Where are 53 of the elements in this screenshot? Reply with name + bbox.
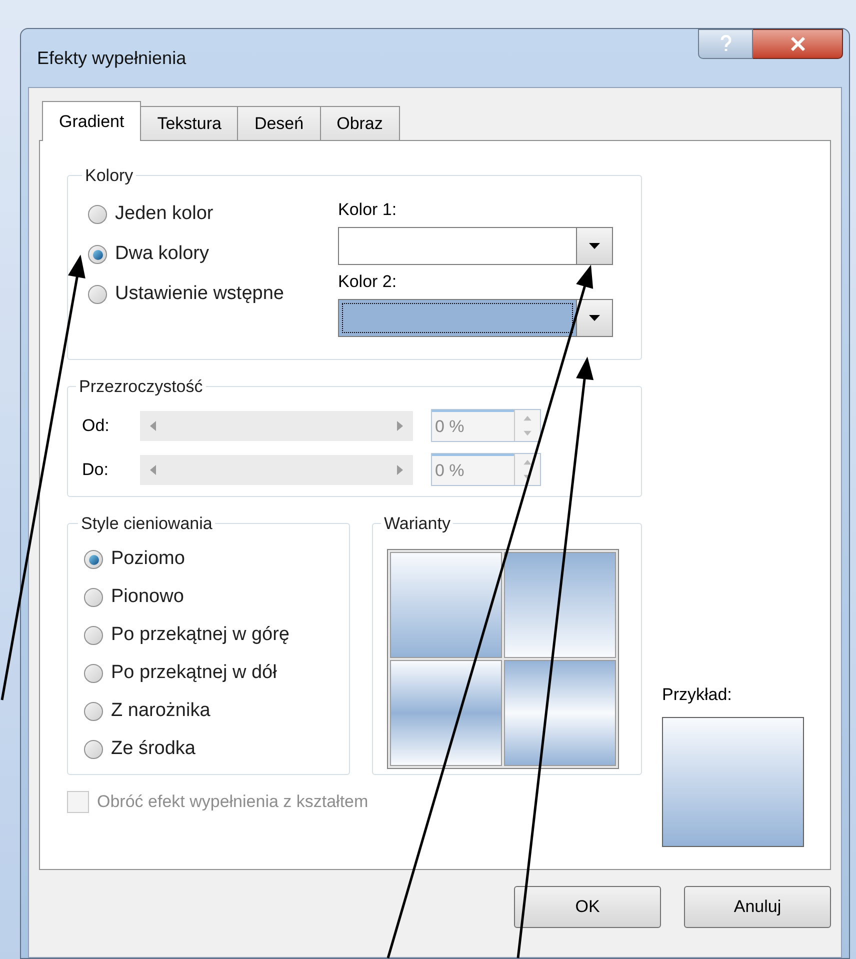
color-dropdown[interactable] [338,298,613,336]
radio-label: Po przekątnej w górę [111,623,290,648]
gradient-variant-tile[interactable] [390,660,502,766]
caret-icon [589,314,600,320]
radio-label: Poziomo [111,547,185,572]
radio-button[interactable] [84,702,103,721]
gradient-variant-tile[interactable] [504,552,616,658]
right-arrow-icon [397,420,403,430]
slider-track[interactable] [140,454,413,484]
dialog-button[interactable]: Anuluj [684,886,831,928]
help-icon [720,35,732,53]
help-button[interactable] [698,29,753,59]
preview-label: Przykład: [662,684,733,706]
radio-label: Dwa kolory [115,242,209,266]
group-title: Warianty [383,513,452,535]
radio-button[interactable] [84,626,103,645]
close-icon [790,37,806,51]
window-title: Efekty wypełnienia [37,46,186,70]
picker-label: Kolor 2: [338,270,398,293]
left-arrow-icon [150,420,156,430]
radio-label: Jeden kolor [115,202,214,226]
right-arrow-icon [397,464,403,474]
close-button[interactable] [753,29,843,59]
left-arrow-icon [150,464,156,474]
radio-label: Ze środka [111,737,196,762]
radio-button[interactable] [84,550,103,569]
tab[interactable]: Tekstura [141,106,238,140]
group-title: Kolory [84,165,134,187]
radio-label: Z narożnika [111,699,210,724]
row-label: Od: [82,414,110,437]
slider-track[interactable] [140,410,413,440]
gradient-variant-tile[interactable] [504,660,616,766]
radio-label: Po przekątnej w dół [111,661,277,686]
row-label: Do: [82,458,110,481]
radio-label: Pionowo [111,585,184,610]
gradient-variant-tile[interactable] [390,552,502,658]
group-title: Przezroczystość [78,376,204,398]
picker-label: Kolor 1: [338,198,398,221]
radio-label: Ustawienie wstępne [115,282,284,306]
tab[interactable]: Gradient [42,101,142,141]
dialog-button[interactable]: OK [514,886,661,928]
radio-button[interactable] [88,245,107,264]
radio-button[interactable] [88,205,107,224]
tab[interactable]: Deseń [238,106,321,140]
caret-icon [589,242,600,248]
group-title: Style cieniowania [80,513,214,535]
radio-button[interactable] [88,285,107,304]
checkbox-label: Obróć efekt wypełnienia z kształtem [97,791,368,813]
color-dropdown[interactable] [338,226,613,264]
radio-button[interactable] [84,664,103,683]
radio-button[interactable] [84,588,103,607]
radio-button[interactable] [84,740,103,759]
tab[interactable]: Obraz [320,106,400,140]
